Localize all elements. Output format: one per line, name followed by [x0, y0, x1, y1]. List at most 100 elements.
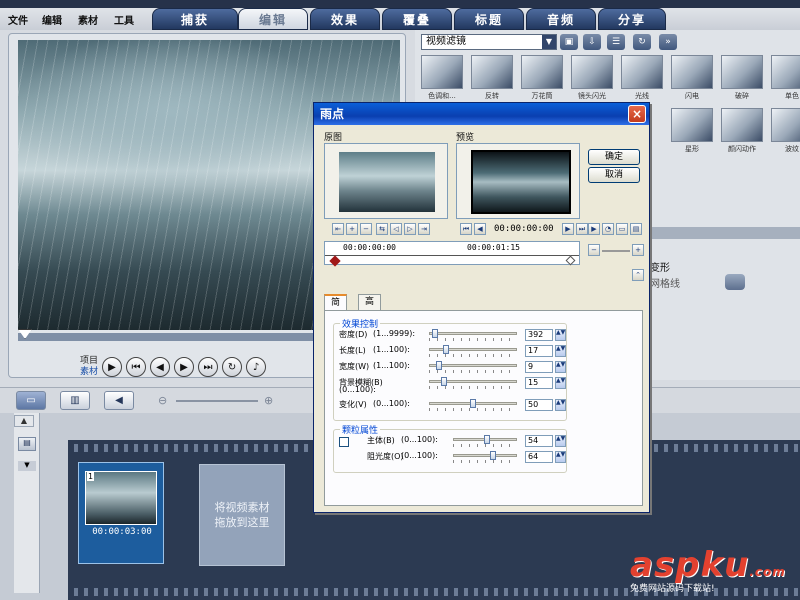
tab-overlay[interactable]: 覆叠: [382, 8, 452, 30]
chevron-down-icon[interactable]: ▼: [18, 461, 36, 471]
move-right-icon[interactable]: ⇥: [418, 223, 430, 235]
track-manager-icon[interactable]: ▤: [18, 437, 36, 451]
menu-edit[interactable]: 编辑: [42, 12, 62, 27]
param-value-input[interactable]: 64: [525, 451, 553, 463]
param-value-input[interactable]: 9: [525, 361, 553, 373]
spinner-icon[interactable]: ▲▼: [555, 451, 566, 463]
spinner-icon[interactable]: ▲▼: [555, 361, 566, 373]
timeline-view-icon[interactable]: ▥: [60, 391, 90, 410]
filter-thumb[interactable]: [621, 55, 663, 89]
tab-title[interactable]: 标题: [454, 8, 524, 30]
scroll-up-button[interactable]: ▲: [14, 415, 34, 427]
move-left-icon[interactable]: ⇤: [332, 223, 344, 235]
storyboard-clip[interactable]: 1 00:00:03:00: [78, 462, 164, 564]
chevron-down-icon[interactable]: ▼: [542, 35, 556, 49]
tab-simple[interactable]: 简单: [324, 294, 348, 323]
expand-icon[interactable]: »: [659, 34, 677, 50]
keyframe-marker[interactable]: [329, 255, 341, 267]
particle-enable-checkbox[interactable]: [339, 437, 349, 447]
param-slider[interactable]: [453, 454, 517, 457]
filter-thumb[interactable]: [721, 108, 763, 142]
tab-effect[interactable]: 效果: [310, 8, 380, 30]
slider-thumb[interactable]: [441, 377, 447, 386]
prev-frame-icon[interactable]: ◀: [474, 223, 486, 235]
play-icon[interactable]: ▶: [588, 223, 600, 235]
slider-thumb[interactable]: [470, 399, 476, 408]
spinner-icon[interactable]: ▲▼: [555, 329, 566, 341]
tab-edit[interactable]: 编辑: [238, 8, 308, 30]
param-slider[interactable]: [429, 364, 517, 367]
options-icon[interactable]: ▤: [630, 223, 642, 235]
zoom-out-icon[interactable]: −: [588, 244, 600, 256]
filter-thumb[interactable]: [771, 55, 800, 89]
tab-advanced[interactable]: 高级: [358, 294, 382, 322]
drop-target[interactable]: 将视频素材 拖放到这里: [199, 464, 285, 566]
reverse-keyframe-icon[interactable]: ⇆: [376, 223, 388, 235]
repeat-icon[interactable]: ↻: [222, 357, 243, 377]
param-value-input[interactable]: 50: [525, 399, 553, 411]
filter-thumb[interactable]: [521, 55, 563, 89]
audio-view-icon[interactable]: ◀: [104, 391, 134, 410]
filter-thumb[interactable]: [721, 55, 763, 89]
go-start-icon[interactable]: ⏮: [460, 223, 472, 235]
slider-thumb[interactable]: [490, 451, 496, 460]
param-value-input[interactable]: 17: [525, 345, 553, 357]
tab-capture[interactable]: 捕获: [152, 8, 238, 30]
volume-icon[interactable]: ♪: [246, 357, 267, 377]
prev-keyframe-icon[interactable]: ◁: [390, 223, 402, 235]
slider-thumb[interactable]: [436, 361, 442, 370]
param-value-input[interactable]: 392: [525, 329, 553, 341]
next-keyframe-icon[interactable]: ▷: [404, 223, 416, 235]
import-icon[interactable]: ⇩: [583, 34, 601, 50]
slider-thumb[interactable]: [443, 345, 449, 354]
spinner-icon[interactable]: ▲▼: [555, 345, 566, 357]
param-value-input[interactable]: 15: [525, 377, 553, 389]
menu-tools[interactable]: 工具: [114, 12, 134, 27]
spinner-icon[interactable]: ▲▼: [555, 435, 566, 447]
param-value-input[interactable]: 54: [525, 435, 553, 447]
close-icon[interactable]: ×: [628, 105, 646, 123]
menu-clip[interactable]: 素材: [78, 12, 98, 27]
prev-frame-icon[interactable]: ◀: [150, 357, 171, 377]
zoom-out-icon[interactable]: ⊖: [158, 394, 167, 407]
ok-button[interactable]: 确定: [588, 149, 640, 165]
next-frame-icon[interactable]: ▶: [174, 357, 195, 377]
zoom-in-icon[interactable]: ⊕: [264, 394, 273, 407]
next-frame-icon[interactable]: ▶: [562, 223, 574, 235]
slider-thumb[interactable]: [432, 329, 438, 338]
param-slider[interactable]: [429, 332, 517, 335]
filter-thumb[interactable]: [571, 55, 613, 89]
tab-share[interactable]: 分享: [598, 8, 666, 30]
go-start-icon[interactable]: ⏮: [126, 357, 147, 377]
slider-thumb[interactable]: [484, 435, 490, 444]
go-end-icon[interactable]: ⏭: [576, 223, 588, 235]
options-icon[interactable]: [725, 274, 745, 290]
zoom-slider[interactable]: [176, 400, 258, 402]
tab-audio[interactable]: 音频: [526, 8, 596, 30]
add-keyframe-icon[interactable]: +: [346, 223, 358, 235]
cancel-button[interactable]: 取消: [588, 167, 640, 183]
go-end-icon[interactable]: ⏭: [198, 357, 219, 377]
remove-keyframe-icon[interactable]: −: [360, 223, 372, 235]
spinner-icon[interactable]: ▲▼: [555, 377, 566, 389]
filter-thumb[interactable]: [471, 55, 513, 89]
speed-icon[interactable]: ◔: [602, 223, 614, 235]
collapse-icon[interactable]: ⌃: [632, 269, 644, 281]
options-icon[interactable]: ☰: [607, 34, 625, 50]
folder-icon[interactable]: ▣: [560, 34, 578, 50]
play-icon[interactable]: ▶: [102, 357, 123, 377]
refresh-icon[interactable]: ↻: [633, 34, 651, 50]
filter-thumb[interactable]: [771, 108, 800, 142]
filter-thumb[interactable]: [671, 108, 713, 142]
zoom-slider[interactable]: [602, 250, 630, 252]
filter-thumb[interactable]: [421, 55, 463, 89]
zoom-in-icon[interactable]: +: [632, 244, 644, 256]
spinner-icon[interactable]: ▲▼: [555, 399, 566, 411]
keyframe-marker[interactable]: [565, 255, 576, 266]
library-dropdown[interactable]: 视频滤镜 ▼: [421, 34, 557, 50]
filter-thumb[interactable]: [671, 55, 713, 89]
menu-file[interactable]: 文件: [8, 12, 28, 27]
monitor-icon[interactable]: ▭: [616, 223, 628, 235]
keyframe-track[interactable]: 00:00:00:00 00:00:01:15: [324, 241, 580, 267]
mode-project[interactable]: 项目: [80, 356, 98, 367]
